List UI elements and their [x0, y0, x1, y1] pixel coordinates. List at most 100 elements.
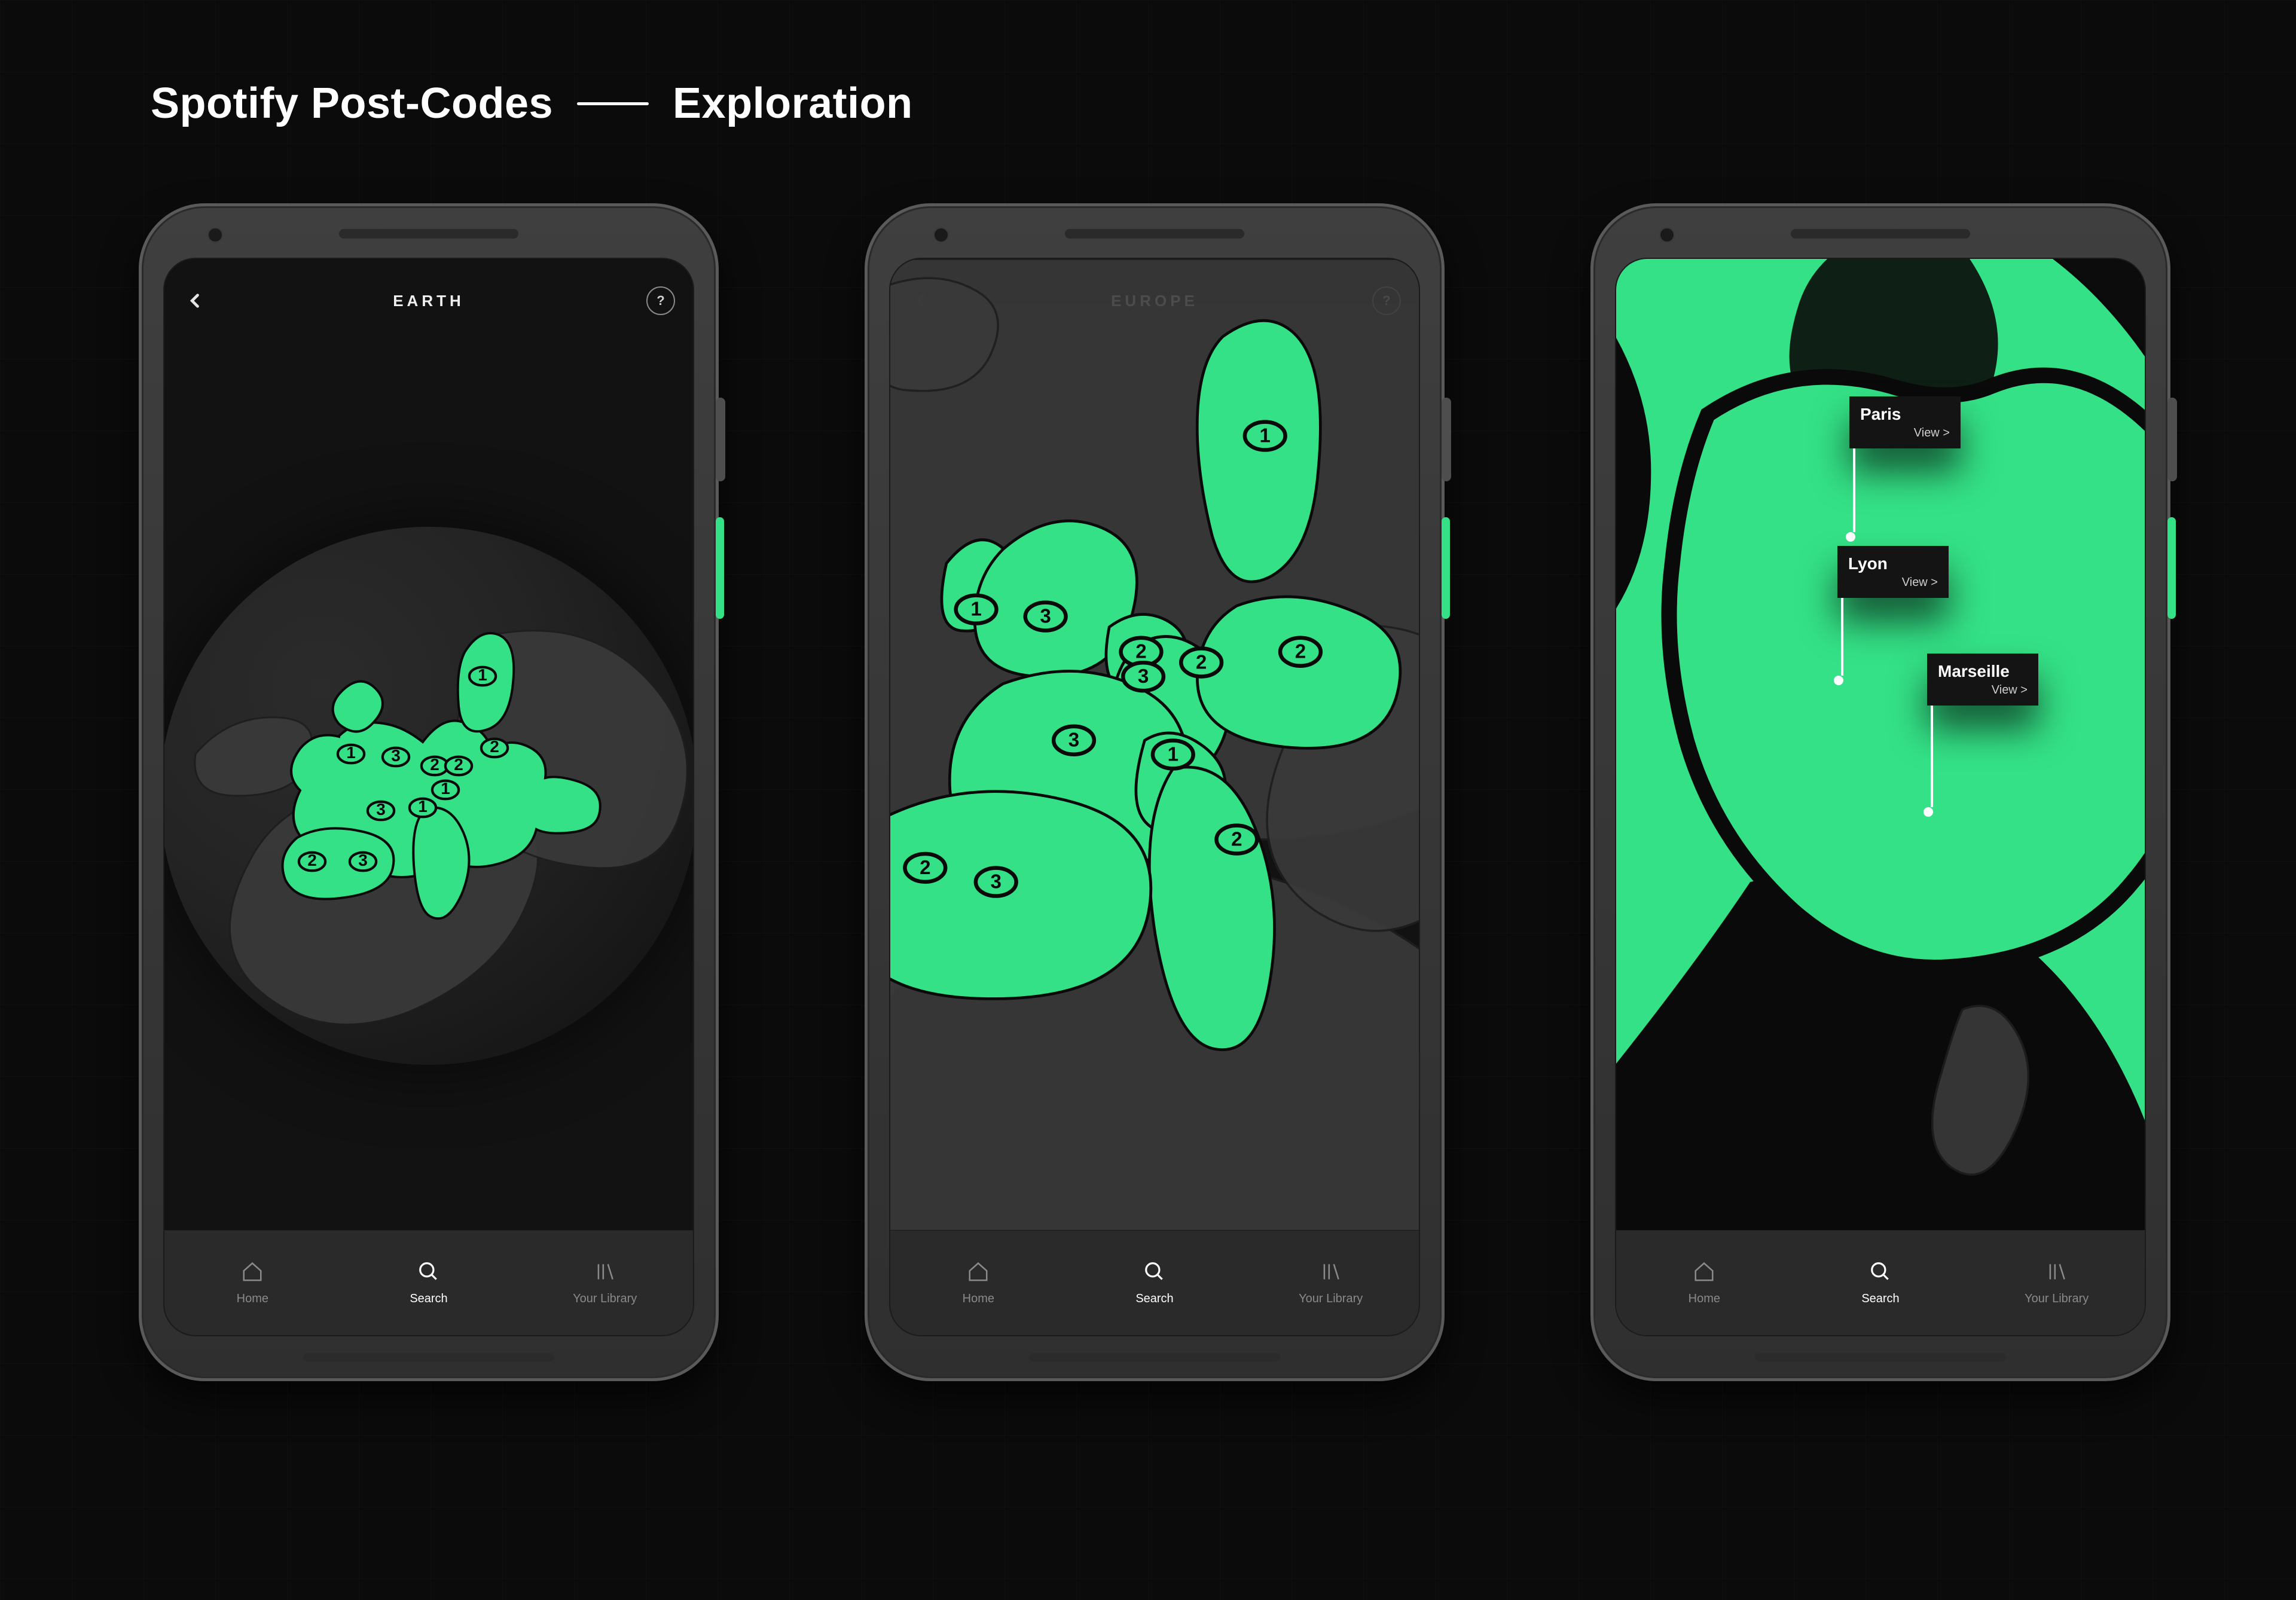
- map-pin[interactable]: 1: [956, 596, 997, 624]
- svg-text:2: 2: [1196, 651, 1207, 673]
- city-name: Marseille: [1938, 662, 2028, 681]
- topbar: EARTH ?: [164, 277, 693, 325]
- flag-pole: [1853, 448, 1855, 532]
- city-view-link[interactable]: View >: [1860, 426, 1950, 440]
- svg-text:3: 3: [1068, 729, 1079, 752]
- front-camera: [1659, 227, 1675, 243]
- map-pin[interactable]: 1: [469, 665, 496, 686]
- nav-search[interactable]: Search: [341, 1230, 517, 1335]
- city-view-link[interactable]: View >: [1938, 683, 2028, 697]
- svg-text:1: 1: [1260, 425, 1271, 447]
- front-camera: [933, 227, 949, 243]
- bottom-nav: Home Search Your Library: [1616, 1230, 2145, 1335]
- map-pin[interactable]: 1: [432, 779, 459, 799]
- home-icon: [240, 1260, 264, 1284]
- map-pin[interactable]: 2: [481, 737, 508, 758]
- svg-text:3: 3: [391, 746, 401, 765]
- svg-text:1: 1: [1168, 743, 1178, 765]
- map-france[interactable]: Paris View > Lyon View > Marseille View >: [1616, 259, 2145, 1335]
- nav-home[interactable]: Home: [1616, 1230, 1793, 1335]
- nav-library[interactable]: Your Library: [1242, 1230, 1419, 1335]
- map-pin[interactable]: 2: [422, 755, 448, 775]
- nav-library-label: Your Library: [573, 1292, 637, 1306]
- phone-europe: EUROPE ?: [865, 203, 1445, 1381]
- front-camera: [207, 227, 223, 243]
- city-name: Lyon: [1848, 554, 1938, 573]
- map-pin[interactable]: 3: [1025, 603, 1066, 631]
- city-flag-marseille[interactable]: Marseille View >: [1927, 654, 2038, 817]
- flag-pole: [1841, 598, 1843, 676]
- map-pin[interactable]: 3: [383, 746, 409, 767]
- speaker-grill: [1791, 229, 1970, 239]
- globe[interactable]: 1 2 1 3 2 1 2 3 1 3 2: [164, 527, 693, 1065]
- library-icon: [593, 1260, 617, 1284]
- bottom-nav: Home Search Your Library: [890, 1230, 1419, 1335]
- help-icon: ?: [657, 293, 664, 309]
- power-button: [716, 517, 724, 619]
- map-pin[interactable]: 2: [1181, 649, 1222, 677]
- map-pin[interactable]: 3: [1123, 662, 1164, 691]
- map-pin[interactable]: 1: [1245, 422, 1286, 450]
- map-pin[interactable]: 2: [299, 851, 325, 871]
- svg-text:1: 1: [346, 743, 356, 762]
- chevron-left-icon: [192, 295, 197, 307]
- nav-search-label: Search: [1861, 1292, 1899, 1306]
- svg-text:2: 2: [454, 755, 463, 774]
- svg-text:3: 3: [991, 871, 1002, 893]
- city-flag-paris[interactable]: Paris View >: [1849, 396, 1961, 542]
- map-pin[interactable]: 1: [338, 743, 364, 764]
- map-pin[interactable]: 1: [410, 797, 436, 817]
- page-title: Spotify Post-Codes Exploration: [151, 79, 913, 128]
- home-icon: [1692, 1260, 1716, 1284]
- svg-text:2: 2: [430, 755, 439, 774]
- map-pin[interactable]: 3: [1054, 726, 1094, 755]
- city-card[interactable]: Paris View >: [1849, 396, 1961, 448]
- nav-home[interactable]: Home: [164, 1230, 341, 1335]
- home-icon: [966, 1260, 990, 1284]
- library-icon: [2045, 1260, 2069, 1284]
- nav-home[interactable]: Home: [890, 1230, 1067, 1335]
- nav-search-label: Search: [410, 1292, 447, 1306]
- back-button[interactable]: [182, 288, 209, 314]
- svg-text:2: 2: [1231, 828, 1242, 850]
- map-earth[interactable]: 1 2 1 3 2 1 2 3 1 3 2: [164, 325, 693, 1230]
- svg-text:2: 2: [307, 851, 317, 869]
- home-indicator: [1029, 1353, 1280, 1361]
- nav-search[interactable]: Search: [1067, 1230, 1243, 1335]
- city-name: Paris: [1860, 405, 1950, 424]
- nav-library[interactable]: Your Library: [1968, 1230, 2145, 1335]
- city-view-link[interactable]: View >: [1848, 576, 1938, 590]
- flag-dot: [1923, 807, 1933, 817]
- volume-button: [1442, 398, 1451, 481]
- screen-title: EARTH: [393, 292, 465, 310]
- map-pin[interactable]: 2: [1217, 826, 1257, 854]
- map-pin[interactable]: 3: [368, 800, 394, 820]
- svg-text:1: 1: [970, 599, 981, 621]
- svg-text:2: 2: [920, 857, 930, 879]
- home-indicator: [1755, 1353, 2006, 1361]
- map-pin[interactable]: 2: [445, 755, 472, 775]
- power-button: [1442, 517, 1450, 619]
- search-icon: [417, 1260, 441, 1284]
- map-pin[interactable]: 3: [976, 868, 1016, 896]
- phone-france: FRANCE ?: [1590, 203, 2170, 1381]
- svg-text:3: 3: [376, 800, 386, 819]
- flag-dot: [1846, 532, 1855, 542]
- map-pin[interactable]: 3: [350, 851, 376, 871]
- nav-library[interactable]: Your Library: [517, 1230, 693, 1335]
- phone-earth: EARTH ?: [139, 203, 719, 1381]
- map-pin[interactable]: 1: [1153, 741, 1193, 769]
- screen: EUROPE ?: [889, 258, 1420, 1336]
- map-pin[interactable]: 2: [1280, 638, 1321, 666]
- nav-home-label: Home: [963, 1292, 994, 1306]
- nav-home-label: Home: [1689, 1292, 1720, 1306]
- city-card[interactable]: Marseille View >: [1927, 654, 2038, 706]
- nav-search[interactable]: Search: [1793, 1230, 1969, 1335]
- city-card[interactable]: Lyon View >: [1837, 546, 1949, 598]
- screen: FRANCE ?: [1615, 258, 2146, 1336]
- map-europe[interactable]: 113232231232: [890, 259, 1419, 1335]
- map-pin[interactable]: 2: [905, 854, 945, 882]
- svg-text:3: 3: [1138, 665, 1149, 688]
- svg-text:2: 2: [1295, 641, 1306, 663]
- help-button[interactable]: ?: [646, 286, 675, 315]
